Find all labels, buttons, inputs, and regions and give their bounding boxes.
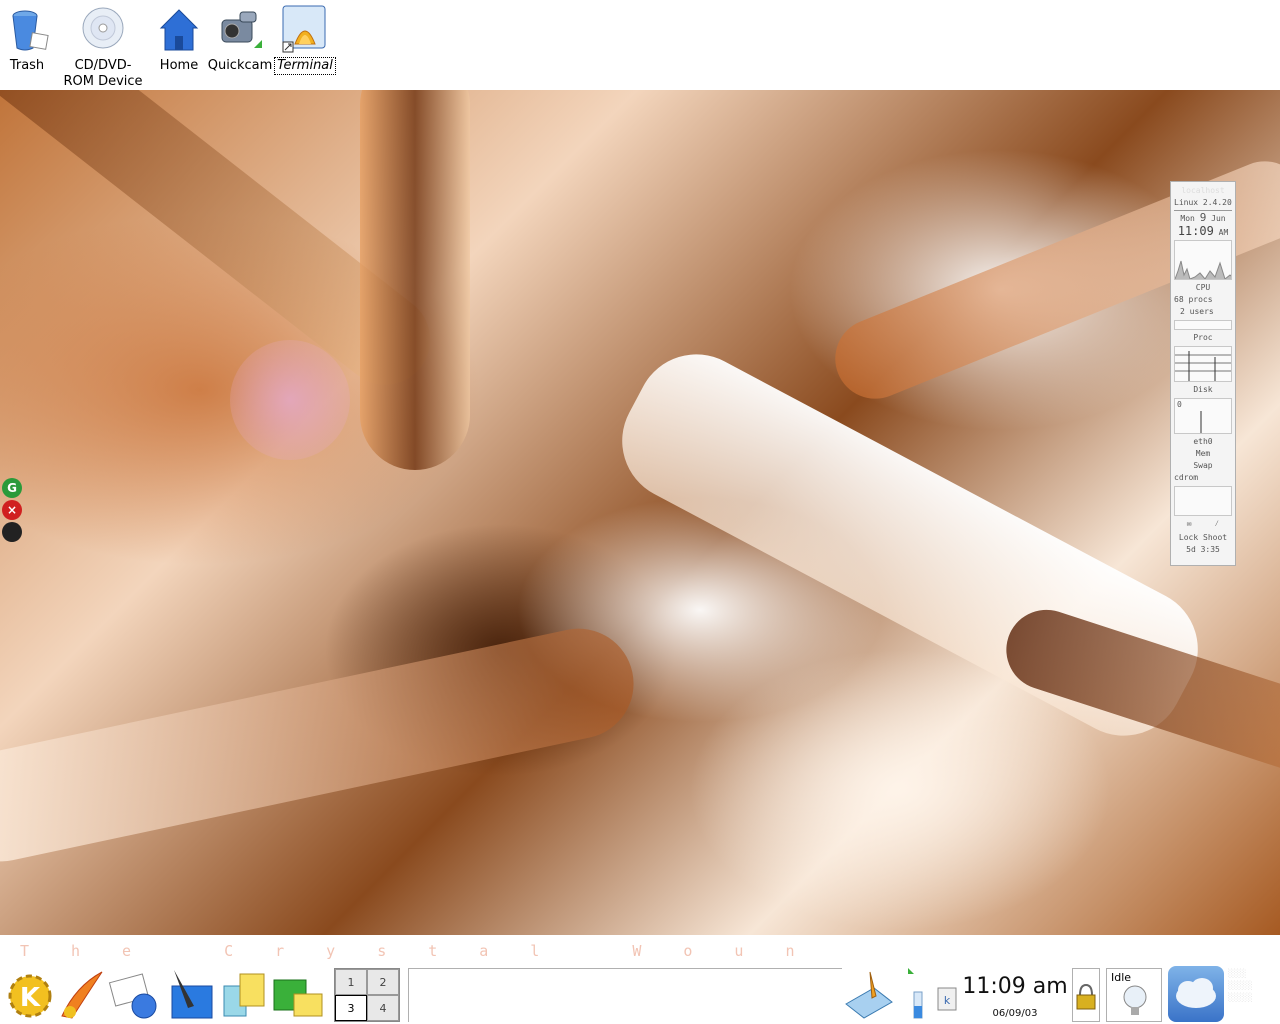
desktop-wallpaper[interactable] <box>0 90 1280 935</box>
disk-graph <box>1174 346 1232 382</box>
desktop-pager[interactable]: 1 2 3 4 <box>334 968 400 1022</box>
sysmon-month: Jun <box>1211 214 1226 223</box>
cdrom-icon <box>79 4 127 56</box>
sysmon-hostname: localhost <box>1181 186 1225 195</box>
idle-indicator[interactable]: Idle <box>1106 968 1162 1022</box>
lock-button[interactable]: Lock <box>1179 533 1198 542</box>
separator <box>1174 210 1232 211</box>
mail-globe-icon <box>108 973 157 1019</box>
lock-screen-button[interactable] <box>1072 968 1100 1022</box>
desktop-icon-terminal[interactable]: Terminal <box>265 4 345 75</box>
clock-date: 06/09/03 <box>992 1008 1038 1019</box>
sysmon-clock: 11:09 AM <box>1174 224 1232 238</box>
kde-gear-icon: K <box>8 974 52 1018</box>
weather-applet[interactable] <box>1168 966 1224 1022</box>
shoot-button[interactable]: Shoot <box>1203 533 1227 542</box>
proc-label: Proc <box>1193 333 1213 342</box>
quickcam-icon <box>216 4 264 56</box>
office-icon <box>223 973 265 1017</box>
proc-graph <box>1174 320 1232 330</box>
svg-text:k: k <box>944 994 951 1007</box>
desktop-icon-label: CD/DVD-ROM Device <box>63 58 143 89</box>
empty-graph <box>1174 486 1232 516</box>
volume-control[interactable] <box>906 966 932 1020</box>
wallpaper-streak <box>230 340 350 460</box>
desktop-icon-label: Trash <box>9 58 45 73</box>
procs-count: 68 procs <box>1174 295 1213 304</box>
disk-value: 0 <box>1177 400 1182 409</box>
pager-desktop-3[interactable]: 3 <box>335 995 367 1021</box>
notepad-pen-icon <box>845 971 893 1019</box>
task-list[interactable] <box>408 968 842 1022</box>
users-count: 2 users <box>1180 307 1214 316</box>
red-close-button[interactable]: × <box>2 500 22 520</box>
lock-shoot-icons: ✉ ⁄ <box>1174 518 1232 532</box>
net-graph: 0 <box>1174 398 1232 434</box>
klipper-tray[interactable]: k <box>934 966 960 1020</box>
padlock-icon <box>1076 983 1096 1010</box>
cpu-label: CPU <box>1195 283 1211 292</box>
pager-desktop-4[interactable]: 4 <box>367 995 399 1021</box>
sysmon-day: Mon <box>1180 214 1195 223</box>
svg-text:K: K <box>20 983 41 1013</box>
office-launcher[interactable] <box>218 966 270 1020</box>
cdrom-label: cdrom <box>1174 473 1199 482</box>
note-launcher[interactable] <box>842 966 896 1020</box>
lock-shoot-labels: Lock Shoot <box>1174 532 1232 544</box>
sysmon-time: 11:09 <box>1177 224 1214 238</box>
cloud-icon <box>1176 978 1216 1008</box>
desktop-icon-label: Terminal <box>274 57 336 75</box>
envelope-icon[interactable]: ✉ <box>1187 519 1192 528</box>
cpu-graph <box>1174 240 1232 280</box>
shoot-icon[interactable]: ⁄ <box>1214 519 1219 528</box>
lightbulb-icon <box>1123 985 1147 1015</box>
browser-launcher[interactable] <box>56 966 108 1020</box>
mem-label: Mem <box>1195 449 1211 458</box>
green-refresh-icon: G <box>7 481 17 495</box>
sysmon-date: Mon 9 Jun <box>1174 212 1232 224</box>
black-ball-button[interactable] <box>2 522 22 542</box>
panel-title-text: The Crystal Wound <box>20 942 820 960</box>
pager-desktop-1[interactable]: 1 <box>335 969 367 995</box>
taskbar[interactable]: K 1 2 3 4 k 11:09 am 06/09/03 Idle ░░░ ░… <box>0 962 1280 1024</box>
spreadsheet-launcher[interactable] <box>272 966 324 1020</box>
uptime: 5d 3:35 <box>1186 545 1220 554</box>
clipboard-icon: k <box>937 987 957 1011</box>
home-icon <box>155 4 203 56</box>
desktop-icon-trash[interactable]: Trash <box>0 4 67 74</box>
desktop-icon-cdrom[interactable]: CD/DVD-ROM Device <box>61 4 145 90</box>
pen-icon <box>171 970 213 1019</box>
clock-time[interactable]: 11:09 am <box>960 974 1070 999</box>
sysmon-ampm: AM <box>1218 228 1229 237</box>
volume-icon <box>908 968 923 1019</box>
net-label: eth0 <box>1193 437 1213 446</box>
weather-faint-text: ░░░ ░░░░ ░░░░ <box>1228 969 1253 1002</box>
editor-launcher[interactable] <box>164 966 216 1020</box>
close-icon: × <box>6 503 18 517</box>
disk-label: Disk <box>1193 385 1213 394</box>
system-monitor-widget[interactable]: localhost Linux 2.4.20-9 Mon 9 Jun 11:09… <box>1170 181 1236 566</box>
comet-icon <box>61 971 103 1019</box>
mail-launcher[interactable] <box>108 966 160 1020</box>
terminal-icon <box>281 4 329 56</box>
sysmon-kernel: Linux 2.4.20-9 <box>1174 198 1232 207</box>
chart-icon <box>273 979 323 1017</box>
wallpaper-streak <box>0 618 644 872</box>
swap-label: Swap <box>1193 461 1213 470</box>
kde-menu-button[interactable]: K <box>4 966 56 1020</box>
trash-icon <box>3 4 51 56</box>
wallpaper-streak <box>360 90 470 470</box>
green-refresh-button[interactable]: G <box>2 478 22 498</box>
sysmon-daynum: 9 <box>1199 212 1207 224</box>
pager-desktop-2[interactable]: 2 <box>367 969 399 995</box>
